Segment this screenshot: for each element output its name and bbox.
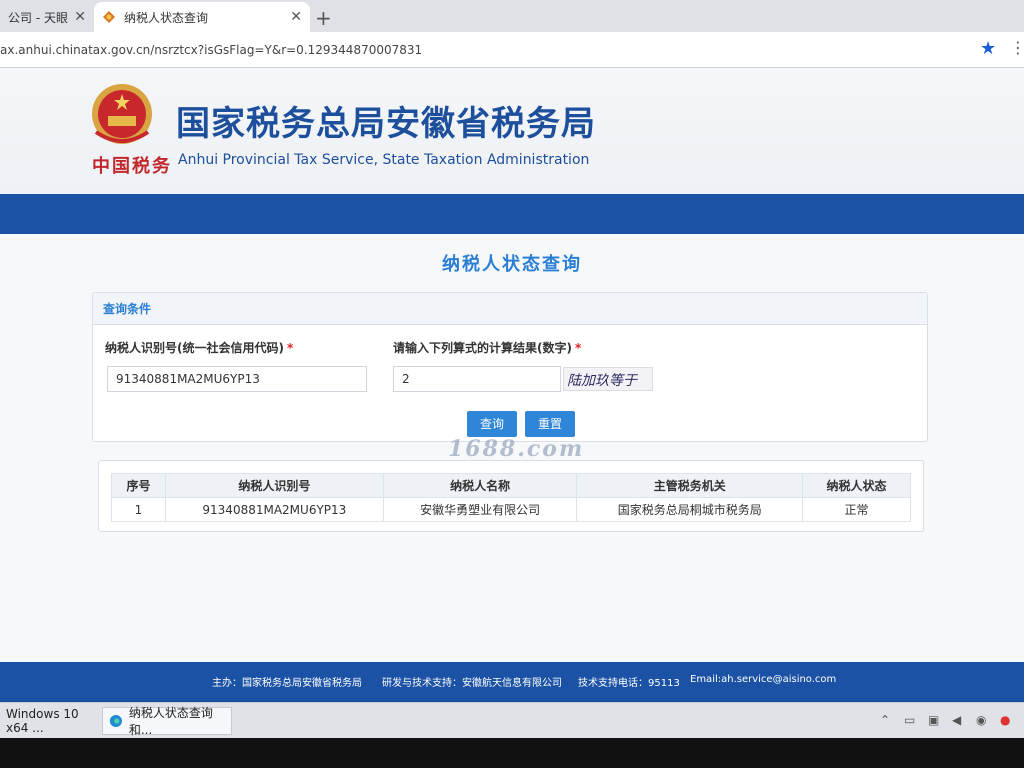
panel-title: 查询条件 — [93, 293, 927, 325]
column-header: 纳税人识别号 — [164, 473, 384, 498]
browser-tab-taxpayer-status[interactable]: 纳税人状态查询 ✕ — [94, 2, 310, 32]
edge-browser-icon — [109, 714, 122, 728]
results-panel: 序号 纳税人识别号 纳税人名称 主管税务机关 纳税人状态 1 91340881M… — [98, 460, 924, 532]
taxpayer-id-label-text: 纳税人识别号(统一社会信用代码) — [105, 341, 284, 355]
calc-result-input[interactable]: 2 — [393, 366, 561, 392]
query-conditions-panel: 查询条件 纳税人识别号(统一社会信用代码) * 91340881MA2MU6YP1… — [92, 292, 928, 442]
close-tab-icon[interactable]: ✕ — [74, 9, 86, 25]
tray-chevron-icon[interactable]: ⌃ — [880, 713, 890, 727]
reset-button[interactable]: 重置 — [525, 411, 575, 437]
required-mark: * — [286, 341, 294, 355]
calc-label-text: 请输入下列算式的计算结果(数字) — [393, 341, 572, 355]
browser-tab-tianyancha[interactable]: 公司 - 天眼查 ✕ — [0, 2, 94, 32]
tray-folder-icon[interactable]: ▭ — [904, 713, 915, 727]
tray-network-icon[interactable]: ▣ — [928, 713, 939, 727]
footer-tech: 研发与技术支持：安徽航天信息有限公司 — [382, 678, 562, 689]
results-table: 序号 纳税人识别号 纳税人名称 主管税务机关 纳税人状态 1 91340881M… — [111, 473, 911, 522]
close-tab-icon[interactable]: ✕ — [290, 9, 302, 25]
new-tab-button[interactable]: + — [315, 6, 332, 30]
page-title: 纳税人状态查询 — [442, 254, 582, 275]
site-subtitle: Anhui Provincial Tax Service, State Taxa… — [178, 152, 590, 168]
column-header: 纳税人名称 — [382, 473, 578, 498]
tray-volume-icon[interactable]: ◀ — [952, 713, 961, 727]
browser-menu-icon[interactable]: ⋮ — [1010, 38, 1024, 57]
query-button[interactable]: 查询 — [467, 411, 517, 437]
site-header: 中国税务 国家税务总局安徽省税务局 Anhui Provincial Tax S… — [0, 68, 1024, 194]
tray-security-icon[interactable]: ● — [1000, 713, 1010, 727]
site-footer: 主办：国家税务总局安徽省税务局 研发与技术支持：安徽航天信息有限公司 技术支持电… — [0, 662, 1024, 702]
address-bar: ax.anhui.chinatax.gov.cn/nsrztcx?isGsFla… — [0, 32, 1024, 68]
national-emblem-icon — [92, 84, 152, 144]
footer-email: Email:ah.service@aisino.com — [690, 674, 837, 685]
tax-slogan-logo: 中国税务 — [92, 156, 172, 177]
monitor-bezel — [0, 738, 1024, 768]
footer-phone: 技术支持电话：95113 — [578, 678, 680, 689]
taskbar-item-label: Windows 10 x64 ... — [6, 707, 79, 735]
captcha-image[interactable]: 陆加玖等于 — [563, 367, 653, 391]
table-cell: 1 — [111, 497, 166, 522]
table-cell: 正常 — [802, 497, 911, 522]
taskbar: Windows 10 x64 ... 纳税人状态查询 和... ⌃ ▭ ▣ ◀ … — [0, 702, 1024, 738]
calc-label: 请输入下列算式的计算结果(数字) * — [393, 339, 581, 356]
table-row: 1 91340881MA2MU6YP13 安徽华勇塑业有限公司 国家税务总局桐城… — [111, 497, 911, 522]
column-header: 序号 — [111, 473, 166, 498]
tab-title: 纳税人状态查询 — [124, 10, 209, 25]
watermark: 1688.com — [448, 436, 585, 462]
url-field[interactable]: ax.anhui.chinatax.gov.cn/nsrztcx?isGsFla… — [0, 43, 422, 57]
taxpayer-id-label: 纳税人识别号(统一社会信用代码) * — [105, 339, 293, 356]
tab-title: 公司 - 天眼查 — [8, 10, 68, 25]
tax-favicon-icon — [103, 11, 115, 23]
footer-host: 主办：国家税务总局安徽省税务局 — [212, 678, 362, 689]
taskbar-item-label: 纳税人状态查询 和... — [128, 706, 213, 737]
column-header: 纳税人状态 — [802, 473, 911, 498]
taxpayer-id-input[interactable]: 91340881MA2MU6YP13 — [107, 366, 367, 392]
table-cell: 国家税务总局桐城市税务局 — [576, 497, 804, 522]
taskbar-item-browser[interactable]: 纳税人状态查询 和... — [102, 706, 232, 737]
table-cell: 安徽华勇塑业有限公司 — [382, 497, 578, 522]
browser-tab-bar: 公司 - 天眼查 ✕ 纳税人状态查询 ✕ + — [0, 0, 1024, 32]
table-cell: 91340881MA2MU6YP13 — [164, 497, 384, 522]
column-header: 主管税务机关 — [576, 473, 804, 498]
required-mark: * — [574, 341, 582, 355]
table-header-row: 序号 纳税人识别号 纳税人名称 主管税务机关 纳税人状态 — [111, 473, 911, 498]
tray-app-icon[interactable]: ◉ — [976, 713, 986, 727]
site-title: 国家税务总局安徽省税务局 — [176, 104, 596, 144]
nav-band — [0, 194, 1024, 234]
bookmark-star-icon[interactable]: ★ — [980, 38, 996, 59]
web-page: 中国税务 国家税务总局安徽省税务局 Anhui Provincial Tax S… — [0, 68, 1024, 702]
taskbar-item-vm[interactable]: Windows 10 x64 ... — [0, 707, 96, 735]
